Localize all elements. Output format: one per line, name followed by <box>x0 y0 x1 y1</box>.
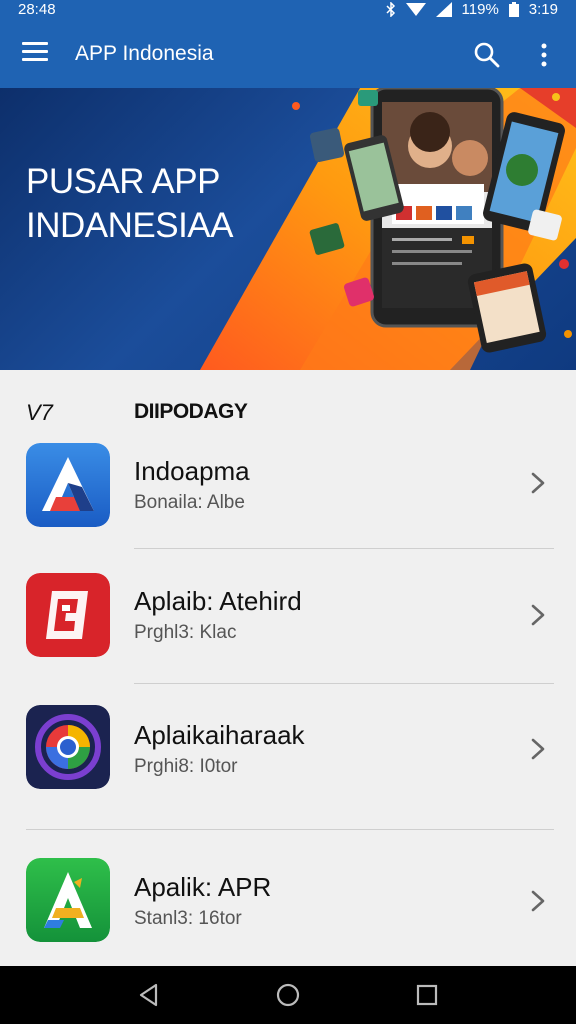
list-item[interactable]: Aplaib: Atehird Prghl3: Klac <box>0 566 576 666</box>
chevron-right-icon <box>531 890 545 912</box>
navigation-bar <box>0 966 576 1024</box>
green-a-logo-icon <box>26 858 110 942</box>
red-e-logo-icon <box>26 573 110 657</box>
promo-banner[interactable]: PUSAR APP INDANESIAA <box>0 88 576 370</box>
app-subtitle: Bonaila: Albe <box>134 492 245 513</box>
app-name: Aplaib: Atehird <box>134 586 302 616</box>
status-time: 28:48 <box>18 1 56 18</box>
bluetooth-icon <box>386 2 395 17</box>
more-options-icon[interactable] <box>534 42 554 68</box>
toolbar: APP Indonesia <box>0 22 576 88</box>
home-icon[interactable] <box>275 982 301 1008</box>
app-name: Indoapma <box>134 456 250 486</box>
app-list: V7 DIIPODAGY Indoapma Bonaila: Albe Apla… <box>0 370 576 966</box>
status-bar: 28:48 119% 3:19 <box>0 0 576 22</box>
divider <box>134 548 554 549</box>
signal-icon <box>435 2 452 17</box>
divider <box>26 829 554 830</box>
app-name: Apalik: APR <box>134 872 272 902</box>
wifi-icon <box>405 3 426 16</box>
banner-title-line1: PUSAR APP <box>26 162 220 201</box>
app-subtitle: Prghl3: Klac <box>134 622 237 643</box>
list-item[interactable]: Aplaikaiharaak Prghi8: I0tor <box>0 700 576 800</box>
chevron-right-icon <box>531 738 545 760</box>
search-icon[interactable] <box>474 42 500 68</box>
list-item[interactable]: Indoapma Bonaila: Albe <box>0 438 576 538</box>
recents-icon[interactable] <box>414 982 440 1008</box>
divider <box>134 683 554 684</box>
list-item[interactable]: Apalik: APR Stanl3: 16tor <box>0 852 576 952</box>
chevron-right-icon <box>531 604 545 626</box>
color-ring-logo-icon <box>26 705 110 789</box>
app-subtitle: Prghi8: I0tor <box>134 756 238 777</box>
section-header: V7 DIIPODAGY <box>0 400 576 430</box>
battery-icon <box>508 2 519 17</box>
section-header-left: V7 <box>26 400 53 425</box>
battery-percent: 119% <box>461 1 499 18</box>
banner-title-line2: INDANESIAA <box>26 206 234 245</box>
app-bar: 28:48 119% 3:19 APP Indonesia <box>0 0 576 88</box>
a-logo-icon <box>26 443 110 527</box>
status-clock: 3:19 <box>528 1 558 18</box>
status-icons: 119% 3:19 <box>386 1 558 18</box>
back-icon[interactable] <box>136 982 162 1008</box>
banner-title: PUSAR APP INDANESIAA <box>26 160 234 248</box>
section-header-right: DIIPODAGY <box>134 400 248 423</box>
app-title: APP Indonesia <box>75 42 214 65</box>
menu-icon[interactable] <box>22 42 48 64</box>
chevron-right-icon <box>531 472 545 494</box>
app-subtitle: Stanl3: 16tor <box>134 908 242 929</box>
app-name: Aplaikaiharaak <box>134 720 305 750</box>
